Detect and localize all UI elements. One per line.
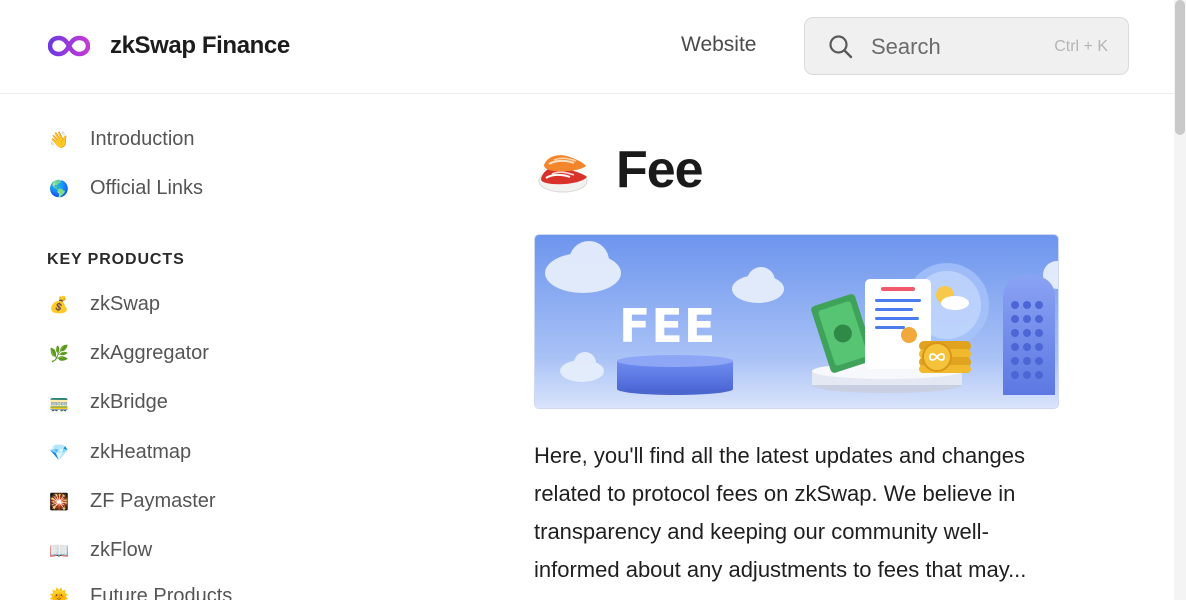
brand-home-link[interactable]: zkSwap Finance [48, 28, 290, 64]
money-bag-icon: 💰 [49, 296, 69, 314]
sushi-icon [534, 141, 592, 199]
sidebar-item-label: zkFlow [90, 539, 153, 561]
sidebar-item-zkbridge[interactable]: 🚃 zkBridge [48, 391, 168, 414]
sidebar-item-label: Future Products [90, 585, 233, 600]
sidebar-item-label: Introduction [90, 128, 195, 150]
tram-icon: 🚃 [49, 394, 69, 412]
page-title: Fee [616, 141, 704, 199]
sidebar-item-future-products[interactable]: 🌞 Future Products [48, 585, 232, 600]
sidebar-item-zf-paymaster[interactable]: 🎇 ZF Paymaster [48, 490, 216, 513]
page-title-row: Fee [534, 140, 704, 200]
page-scrollbar[interactable] [1174, 0, 1186, 600]
search-placeholder: Search [871, 34, 941, 59]
open-book-icon: 📖 [49, 542, 69, 560]
sidebar-item-label: zkSwap [90, 293, 161, 315]
herb-icon: 🌿 [49, 345, 69, 363]
search-icon [828, 34, 854, 60]
banner-fee-text: FEE [619, 299, 717, 353]
sidebar-item-label: zkHeatmap [90, 441, 192, 463]
sidebar-item-label: zkAggregator [90, 342, 209, 364]
infinity-logo-icon [48, 28, 90, 64]
search-box[interactable]: Search Ctrl + K [804, 17, 1129, 75]
search-shortcut-hint: Ctrl + K [1054, 38, 1108, 55]
sidebar-item-label: zkBridge [90, 391, 168, 413]
sidebar-item-official-links[interactable]: 🌎 Official Links [48, 177, 203, 200]
sidebar: 👋 Introduction 🌎 Official Links KEY PROD… [0, 95, 360, 600]
sidebar-item-zkflow[interactable]: 📖 zkFlow [48, 539, 152, 562]
gem-icon: 💎 [49, 444, 69, 462]
sidebar-item-zkaggregator[interactable]: 🌿 zkAggregator [48, 342, 209, 365]
scrollbar-thumb[interactable] [1175, 0, 1185, 135]
sidebar-item-introduction[interactable]: 👋 Introduction [48, 128, 195, 151]
top-header: zkSwap Finance Website Search Ctrl + K [0, 0, 1174, 94]
intro-paragraph: Here, you'll find all the latest updates… [534, 443, 1027, 582]
sidebar-item-zkswap[interactable]: 💰 zkSwap [48, 293, 160, 316]
sidebar-item-zkheatmap[interactable]: 💎 zkHeatmap [48, 441, 191, 464]
website-link[interactable]: Website [681, 33, 756, 57]
sun-icon: 🌞 [49, 588, 69, 600]
sidebar-item-label: ZF Paymaster [90, 490, 216, 512]
sparkler-icon: 🎇 [49, 493, 69, 511]
sidebar-section-title: KEY PRODUCTS [47, 251, 185, 268]
brand-name: zkSwap Finance [110, 32, 290, 59]
sidebar-item-label: Official Links [90, 177, 204, 199]
waving-hand-icon: 👋 [49, 131, 69, 149]
fee-banner-image: FEE [534, 234, 1059, 409]
globe-icon: 🌎 [49, 180, 69, 198]
